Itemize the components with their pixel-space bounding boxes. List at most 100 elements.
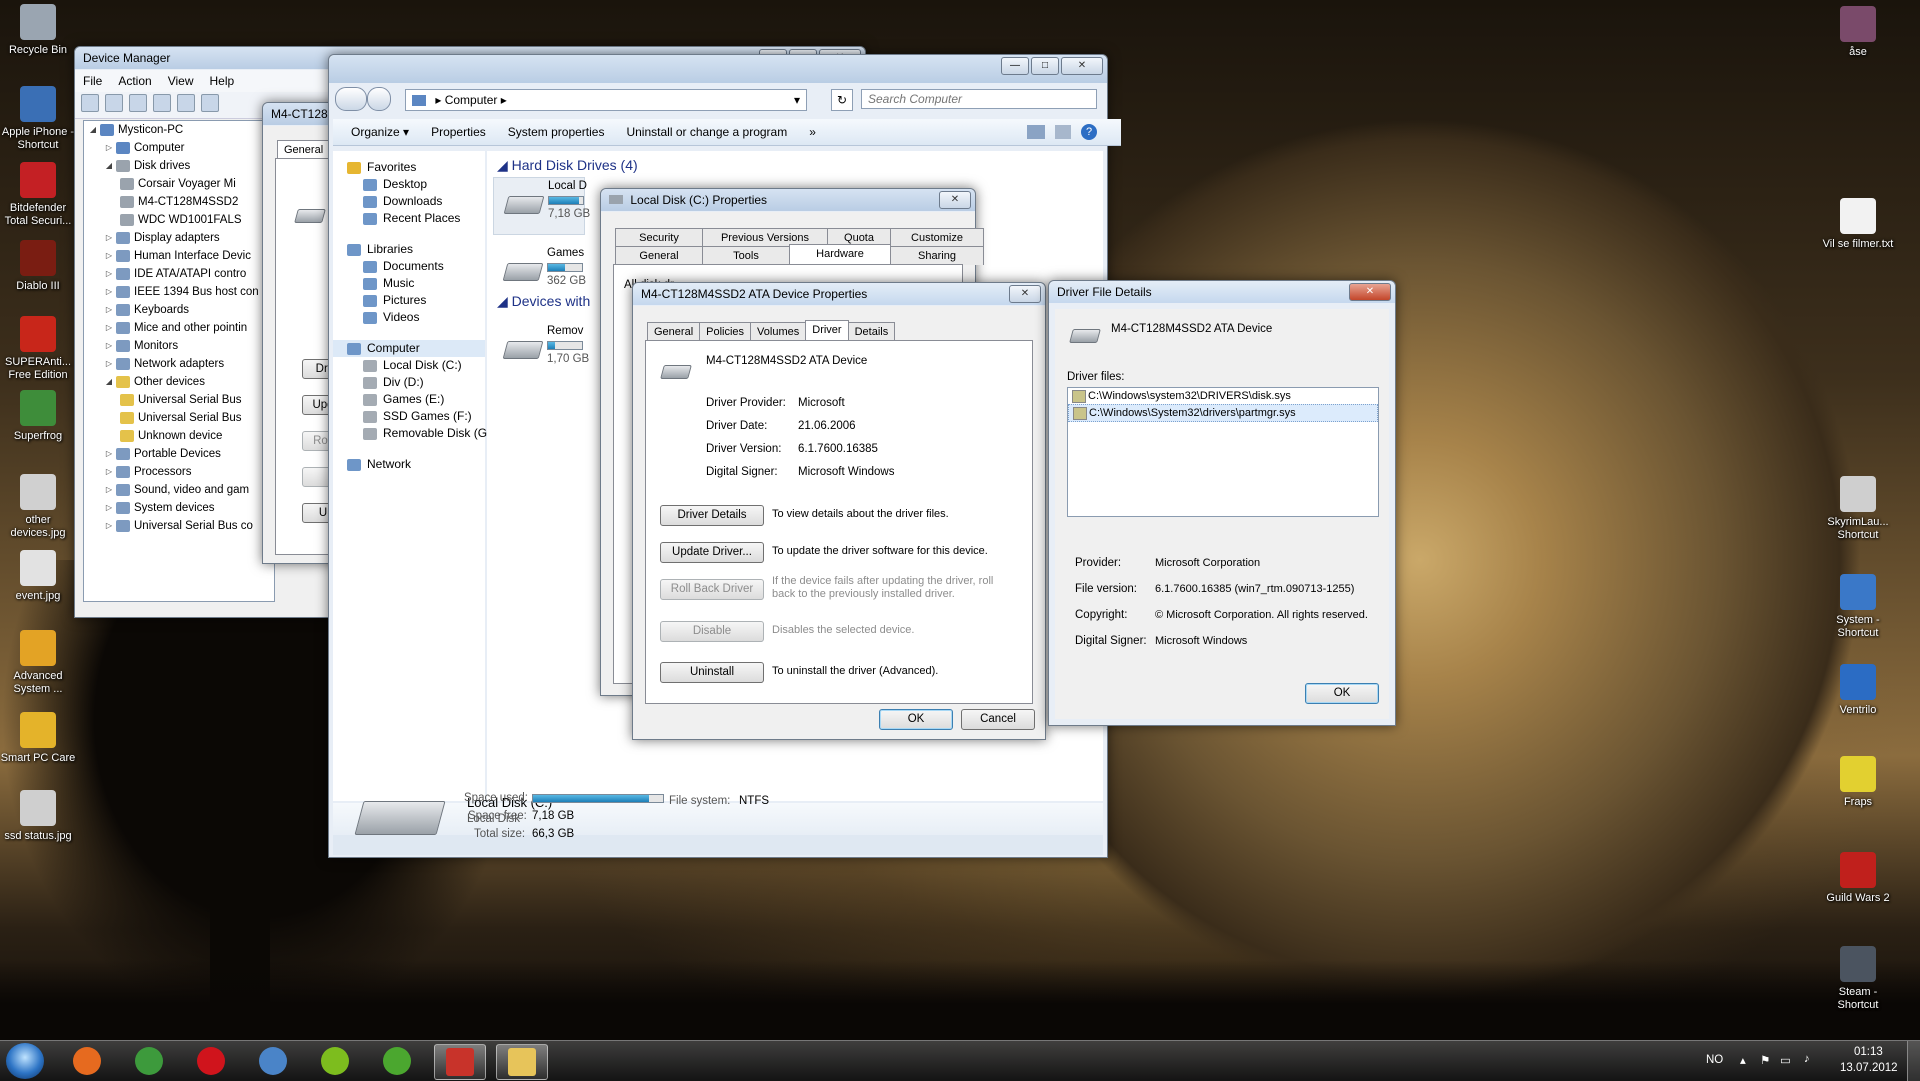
menu-item-file[interactable]: File <box>83 72 102 90</box>
expander-icon[interactable]: ▷ <box>104 247 114 265</box>
tab-volumes[interactable]: Volumes <box>750 322 807 341</box>
desktop-icon[interactable]: Diablo III <box>0 240 76 293</box>
ok-button[interactable]: OK <box>1305 683 1379 704</box>
expander-icon[interactable]: ▷ <box>104 337 114 355</box>
nav-item[interactable]: Pictures <box>333 292 485 309</box>
minimize-button[interactable]: — <box>1001 57 1029 75</box>
expander-icon[interactable]: ◢ <box>88 121 98 139</box>
nav-item[interactable]: Videos <box>333 309 485 326</box>
tree-node[interactable]: Universal Serial Bus <box>84 409 274 427</box>
nav-item-drive[interactable]: Games (E:) <box>333 391 485 408</box>
expander-icon[interactable]: ▷ <box>104 499 114 517</box>
nav-item[interactable]: Music <box>333 275 485 292</box>
menu-item-help[interactable]: Help <box>210 72 235 90</box>
tree-node[interactable]: ▷ Network adapters <box>84 355 274 373</box>
tree-node[interactable]: ▷ Computer <box>84 139 274 157</box>
device-tree[interactable]: ◢ Mysticon-PC ▷ Computer ◢ Disk drives Corsair… <box>83 120 275 602</box>
desktop-icon[interactable]: Guild Wars 2 <box>1820 852 1896 905</box>
show-desktop-button[interactable] <box>1907 1041 1920 1081</box>
desktop-icon[interactable]: Superfrog <box>0 390 76 443</box>
volume-icon[interactable]: ♪ <box>1804 1053 1810 1065</box>
tab-sharing[interactable]: Sharing <box>890 246 984 265</box>
tab-tools[interactable]: Tools <box>702 246 790 265</box>
start-button[interactable] <box>6 1043 44 1079</box>
desktop-icon[interactable]: Smart PC Care <box>0 712 76 765</box>
uninstall-button[interactable]: Uninstall <box>660 662 764 683</box>
tree-node[interactable]: ◢ Mysticon-PC <box>84 121 274 139</box>
desktop-icon[interactable]: Fraps <box>1820 756 1896 809</box>
desktop-icon[interactable]: System - Shortcut <box>1820 574 1896 640</box>
desktop-icon[interactable]: Bitdefender Total Securi... <box>0 162 76 228</box>
desktop-icon[interactable]: Ventrilo <box>1820 664 1896 717</box>
command-4[interactable]: » <box>809 125 816 139</box>
tab-general[interactable]: General <box>615 246 703 265</box>
tab-general[interactable]: General <box>647 322 701 341</box>
taskbar-app[interactable] <box>62 1044 112 1078</box>
nav-header-computer[interactable]: Computer <box>333 340 485 357</box>
taskbar-app[interactable] <box>248 1044 298 1078</box>
close-button[interactable]: ✕ <box>939 191 971 209</box>
forward-arrow-icon[interactable] <box>105 94 123 112</box>
ok-button[interactable]: OK <box>879 709 953 730</box>
help-icon[interactable] <box>177 94 195 112</box>
desktop-icon[interactable]: event.jpg <box>0 550 76 603</box>
driver-file-details-titlebar[interactable]: Driver File Details ✕ <box>1049 281 1395 303</box>
update-driver-button[interactable]: Update Driver... <box>660 542 764 563</box>
tree-node[interactable]: ▷ Portable Devices <box>84 445 274 463</box>
expander-icon[interactable]: ◢ <box>104 157 114 175</box>
tree-node[interactable]: ▷ Keyboards <box>84 301 274 319</box>
taskbar-app[interactable] <box>124 1044 174 1078</box>
tree-node[interactable]: ▷ Human Interface Devic <box>84 247 274 265</box>
desktop-icon[interactable]: SUPERAnti... Free Edition <box>0 316 76 382</box>
expander-icon[interactable]: ▷ <box>104 463 114 481</box>
nav-item-drive[interactable]: Div (D:) <box>333 374 485 391</box>
ata-props-titlebar[interactable]: M4-CT128M4SSD2 ATA Device Properties ✕ <box>633 283 1045 305</box>
tree-node[interactable]: ▷ IEEE 1394 Bus host con <box>84 283 274 301</box>
tree-node[interactable]: ◢ Disk drives <box>84 157 274 175</box>
expander-icon[interactable]: ▷ <box>104 265 114 283</box>
tree-node[interactable]: ▷ Monitors <box>84 337 274 355</box>
tab-policies[interactable]: Policies <box>699 322 752 341</box>
taskbar-app[interactable] <box>496 1044 548 1080</box>
desktop-icon[interactable]: Apple iPhone - Shortcut <box>0 86 76 152</box>
action-center-flag-icon[interactable]: ⚑ <box>1760 1053 1770 1067</box>
tree-node[interactable]: ▷ IDE ATA/ATAPI contro <box>84 265 274 283</box>
refresh-icon[interactable]: ↻ <box>831 89 853 111</box>
tab-hardware[interactable]: Hardware <box>789 244 891 266</box>
desktop-icon[interactable]: other devices.jpg <box>0 474 76 540</box>
desktop-icon[interactable]: ssd status.jpg <box>0 790 76 843</box>
ata-device-properties-window[interactable]: M4-CT128M4SSD2 ATA Device Properties ✕ G… <box>632 282 1046 740</box>
expander-icon[interactable]: ▷ <box>104 445 114 463</box>
tree-node[interactable]: ▷ System devices <box>84 499 274 517</box>
tree-node[interactable]: Unknown device <box>84 427 274 445</box>
back-arrow-icon[interactable] <box>81 94 99 112</box>
chevron-down-icon[interactable]: ▾ <box>794 90 800 110</box>
expander-icon[interactable]: ▷ <box>104 319 114 337</box>
driver-files-list[interactable]: C:\Windows\system32\DRIVERS\disk.sys C:\W… <box>1067 387 1379 517</box>
drive-tile[interactable]: Games 362 GB <box>493 245 586 301</box>
language-indicator[interactable]: NO <box>1706 1054 1723 1066</box>
nav-item[interactable]: Downloads <box>333 193 485 210</box>
menu-item-action[interactable]: Action <box>118 72 151 90</box>
command-2[interactable]: System properties <box>508 125 605 139</box>
tab-driver[interactable]: Driver <box>805 320 849 342</box>
expander-icon[interactable]: ▷ <box>104 481 114 499</box>
preview-pane-icon[interactable] <box>1055 125 1071 139</box>
address-bar[interactable]: ▸ Computer ▸ ▾ <box>405 89 807 111</box>
expander-icon[interactable]: ▷ <box>104 283 114 301</box>
expander-icon[interactable]: ▷ <box>104 355 114 373</box>
tree-node[interactable]: WDC WD1001FALS <box>84 211 274 229</box>
menu-item-view[interactable]: View <box>168 72 194 90</box>
close-button[interactable]: ✕ <box>1009 285 1041 303</box>
expander-icon[interactable]: ▷ <box>104 229 114 247</box>
nav-item-drive[interactable]: Local Disk (C:) <box>333 357 485 374</box>
tree-node[interactable]: ▷ Sound, video and gam <box>84 481 274 499</box>
driver-file-item[interactable]: C:\Windows\system32\DRIVERS\disk.sys <box>1068 388 1378 404</box>
tree-node[interactable]: Corsair Voyager Mi <box>84 175 274 193</box>
driver-details-button[interactable]: Driver Details <box>660 505 764 526</box>
command-0[interactable]: Organize ▾ <box>351 125 409 139</box>
search-input[interactable] <box>861 89 1097 109</box>
expander-icon[interactable]: ▷ <box>104 517 114 535</box>
tab-customize[interactable]: Customize <box>890 228 984 247</box>
nav-item[interactable]: Recent Places <box>333 210 485 227</box>
